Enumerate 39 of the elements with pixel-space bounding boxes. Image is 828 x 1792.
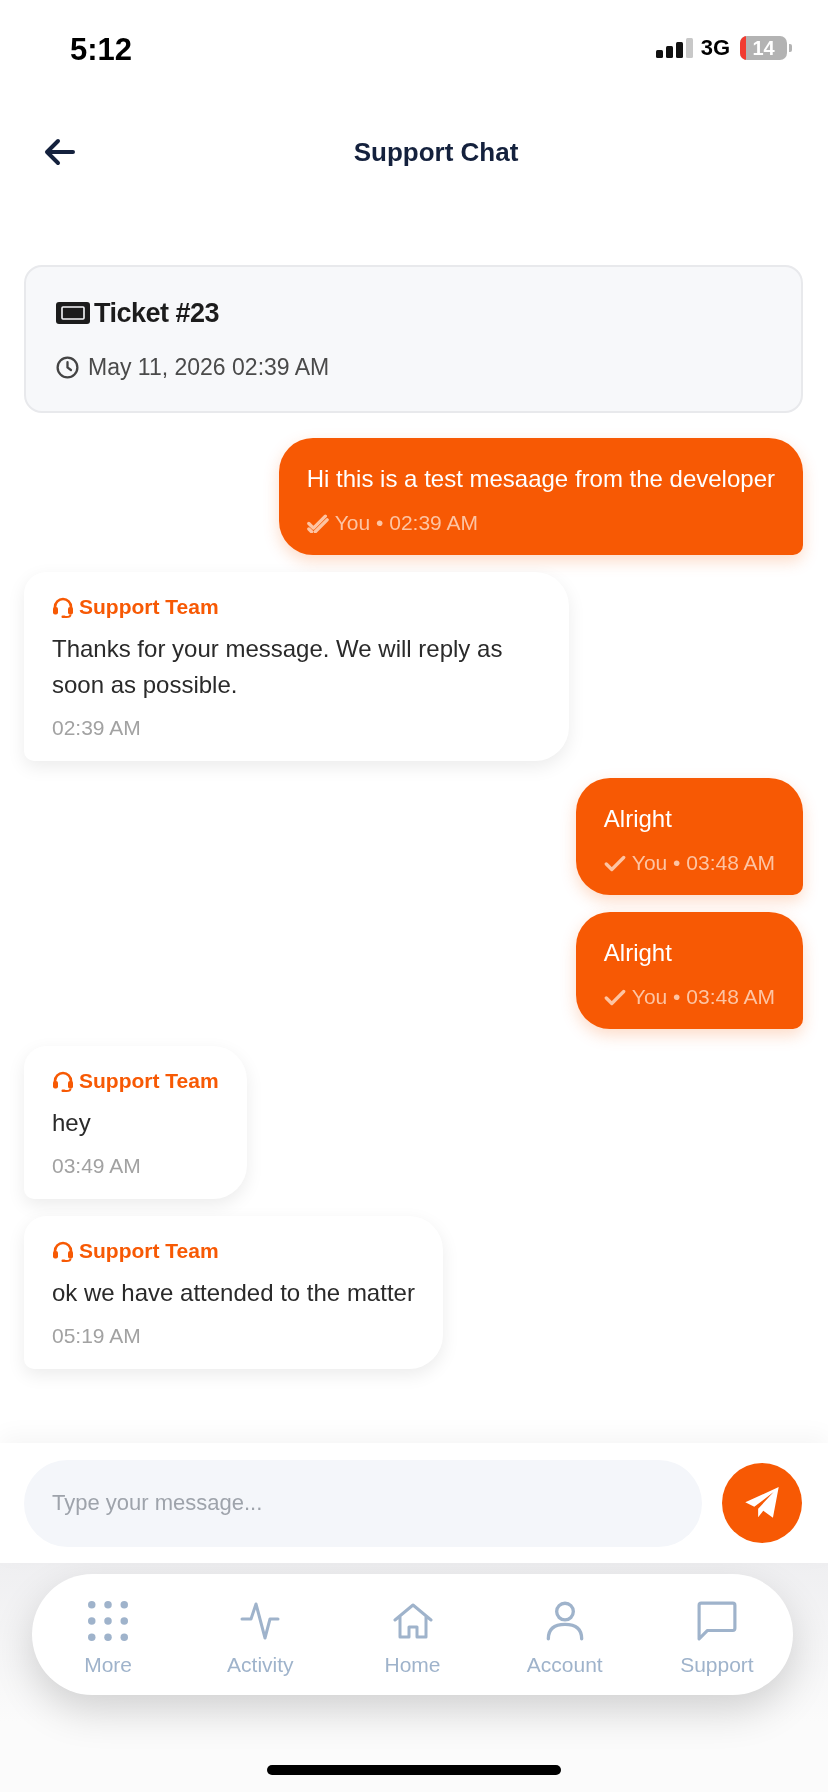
headset-icon	[52, 1070, 74, 1092]
headset-icon	[52, 1240, 74, 1262]
message-text: Thanks for your message. We will reply as soon as possible.	[52, 634, 504, 700]
network-label: 3G	[700, 35, 730, 61]
message-text: Hi this is a test mesaage from the developer	[306, 464, 775, 494]
message-text: ok we have attended to the matter	[52, 1278, 415, 1308]
home-icon	[392, 1601, 433, 1641]
nav-tab[interactable]: Home	[336, 1574, 489, 1695]
message-text: Alright	[603, 804, 673, 834]
chat-bubble-icon	[696, 1601, 737, 1641]
nav-tab[interactable]: Activity	[184, 1574, 337, 1695]
message-time: 05:19 AM	[52, 1323, 142, 1349]
battery-indicator: 14	[740, 36, 792, 60]
nav-tab[interactable]: More	[32, 1574, 185, 1695]
ticket-date: May 11, 2026 02:39 AM	[88, 353, 330, 382]
ticket-icon	[56, 302, 90, 324]
screen-title: Support Chat	[353, 136, 519, 168]
sender-name: Support Team	[79, 1068, 219, 1094]
headset-icon	[52, 596, 74, 618]
message-time: 02:39 AM	[52, 715, 142, 741]
pulse-icon	[240, 1601, 281, 1641]
nav-tab[interactable]: Account	[488, 1574, 641, 1695]
dots-grid-icon	[88, 1601, 129, 1641]
message-text: hey	[52, 1108, 92, 1138]
nav-tab[interactable]: Support	[640, 1574, 793, 1695]
message-meta: You • 03:48 AM	[631, 984, 775, 1010]
sender-name: Support Team	[79, 594, 219, 620]
message-input[interactable]: Type your message...	[24, 1459, 702, 1547]
ticket-title: Ticket #23	[94, 297, 220, 330]
message-meta: You • 02:39 AM	[334, 510, 478, 536]
message-time: 03:49 AM	[52, 1153, 142, 1179]
status-time: 5:12	[70, 32, 133, 68]
signal-icon	[655, 38, 693, 58]
person-icon	[544, 1601, 585, 1641]
back-arrow-icon[interactable]	[44, 138, 76, 166]
message-meta: You • 03:48 AM	[631, 850, 775, 876]
sender-name: Support Team	[79, 1238, 219, 1264]
clock-icon	[56, 355, 79, 379]
message-text: Alright	[603, 938, 673, 968]
